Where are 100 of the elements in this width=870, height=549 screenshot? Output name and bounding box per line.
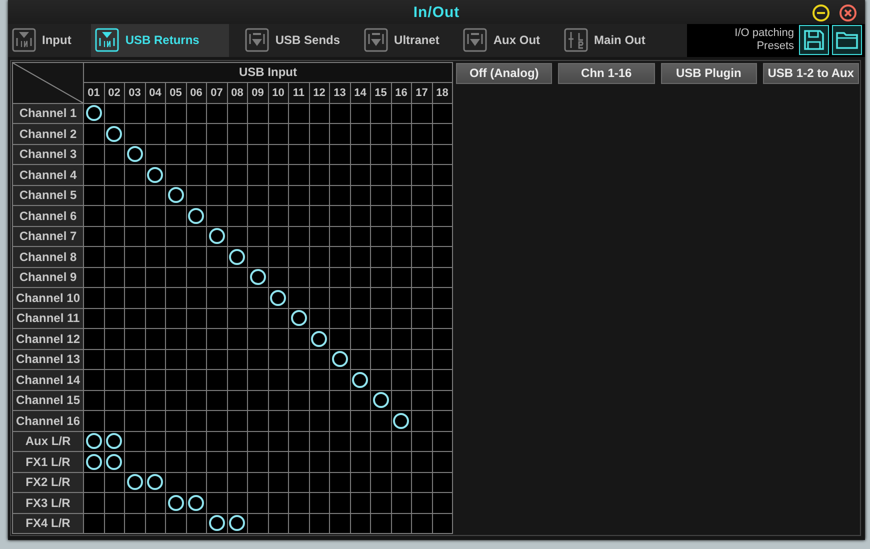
patch-cell[interactable] (125, 493, 144, 512)
patch-cell[interactable] (228, 411, 247, 430)
patch-cell[interactable] (166, 390, 186, 410)
patch-cell[interactable] (330, 144, 350, 164)
patch-cell[interactable] (84, 206, 104, 226)
patch-cell[interactable] (330, 308, 350, 328)
patch-cell[interactable] (228, 329, 247, 348)
patch-cell[interactable] (248, 329, 268, 348)
patch-cell[interactable] (268, 104, 288, 123)
patch-cell[interactable] (268, 308, 288, 328)
patch-cell[interactable] (289, 288, 308, 308)
patch-cell[interactable] (289, 144, 308, 164)
patch-cell[interactable] (310, 432, 329, 451)
patch-cell[interactable] (432, 329, 452, 348)
patch-cell[interactable] (289, 350, 308, 369)
patch-cell[interactable] (310, 452, 329, 472)
patch-cell[interactable] (310, 186, 329, 205)
patch-cell[interactable] (392, 247, 411, 266)
patch-cell[interactable] (310, 411, 329, 430)
patch-cell[interactable] (166, 206, 186, 226)
patch-cell[interactable] (371, 329, 390, 348)
patch-cell[interactable] (350, 144, 370, 164)
patch-cell[interactable] (248, 390, 268, 410)
patch-cell[interactable] (371, 226, 390, 246)
patch-cell[interactable] (432, 411, 452, 430)
patch-cell[interactable] (432, 104, 452, 123)
patch-cell[interactable] (330, 493, 350, 512)
patch-cell[interactable] (248, 472, 268, 492)
patch-cell[interactable] (84, 514, 104, 533)
patch-cell[interactable] (248, 288, 268, 308)
patch-cell[interactable] (104, 206, 124, 226)
patch-cell[interactable] (248, 247, 268, 266)
patch-cell[interactable] (248, 514, 268, 533)
patch-cell[interactable] (432, 472, 452, 492)
patch-cell[interactable] (371, 165, 390, 184)
patch-cell[interactable] (186, 144, 206, 164)
patch-cell[interactable] (392, 288, 411, 308)
patch-cell[interactable] (125, 472, 144, 492)
patch-cell[interactable] (125, 308, 144, 328)
patch-cell[interactable] (248, 350, 268, 369)
patch-cell[interactable] (350, 288, 370, 308)
patch-cell[interactable] (310, 268, 329, 287)
patch-cell[interactable] (330, 432, 350, 451)
patch-cell[interactable] (350, 452, 370, 472)
patch-cell[interactable] (166, 308, 186, 328)
patch-cell[interactable] (146, 104, 165, 123)
patch-cell[interactable] (350, 432, 370, 451)
patch-cell[interactable] (186, 186, 206, 205)
patch-cell[interactable] (207, 493, 226, 512)
tab[interactable]: USB Returns (91, 24, 230, 56)
patch-cell[interactable] (186, 432, 206, 451)
patch-cell[interactable] (432, 390, 452, 410)
patch-cell[interactable] (330, 104, 350, 123)
patch-cell[interactable] (392, 370, 411, 390)
patch-cell[interactable] (350, 350, 370, 369)
patch-cell[interactable] (371, 350, 390, 369)
patch-cell[interactable] (207, 350, 226, 369)
patch-cell[interactable] (104, 165, 124, 184)
patch-cell[interactable] (268, 452, 288, 472)
patch-cell[interactable] (228, 452, 247, 472)
patch-cell[interactable] (104, 288, 124, 308)
patch-cell[interactable] (350, 411, 370, 430)
patch-cell[interactable] (166, 472, 186, 492)
patch-cell[interactable] (228, 247, 247, 266)
patch-cell[interactable] (84, 104, 104, 123)
patch-cell[interactable] (248, 411, 268, 430)
patch-cell[interactable] (392, 268, 411, 287)
patch-cell[interactable] (310, 247, 329, 266)
patch-cell[interactable] (166, 144, 186, 164)
patch-cell[interactable] (207, 124, 226, 144)
patch-cell[interactable] (166, 370, 186, 390)
patch-cell[interactable] (371, 390, 390, 410)
patch-cell[interactable] (310, 370, 329, 390)
patch-cell[interactable] (166, 432, 186, 451)
patch-cell[interactable] (371, 124, 390, 144)
patch-cell[interactable] (350, 390, 370, 410)
patch-cell[interactable] (186, 268, 206, 287)
patch-cell[interactable] (412, 308, 432, 328)
patch-cell[interactable] (84, 370, 104, 390)
patch-cell[interactable] (268, 472, 288, 492)
patch-cell[interactable] (186, 350, 206, 369)
patch-cell[interactable] (125, 411, 144, 430)
patch-cell[interactable] (207, 472, 226, 492)
patch-cell[interactable] (392, 514, 411, 533)
patch-cell[interactable] (268, 432, 288, 451)
tab[interactable]: Ultranet (360, 24, 448, 56)
patch-cell[interactable] (104, 452, 124, 472)
patch-cell[interactable] (146, 452, 165, 472)
patch-cell[interactable] (350, 514, 370, 533)
patch-cell[interactable] (412, 268, 432, 287)
patch-cell[interactable] (186, 206, 206, 226)
patch-cell[interactable] (268, 186, 288, 205)
patch-cell[interactable] (350, 186, 370, 205)
patch-cell[interactable] (310, 144, 329, 164)
patch-cell[interactable] (228, 124, 247, 144)
patch-cell[interactable] (412, 247, 432, 266)
patch-cell[interactable] (186, 226, 206, 246)
patch-cell[interactable] (371, 432, 390, 451)
patch-cell[interactable] (310, 288, 329, 308)
patch-cell[interactable] (310, 350, 329, 369)
